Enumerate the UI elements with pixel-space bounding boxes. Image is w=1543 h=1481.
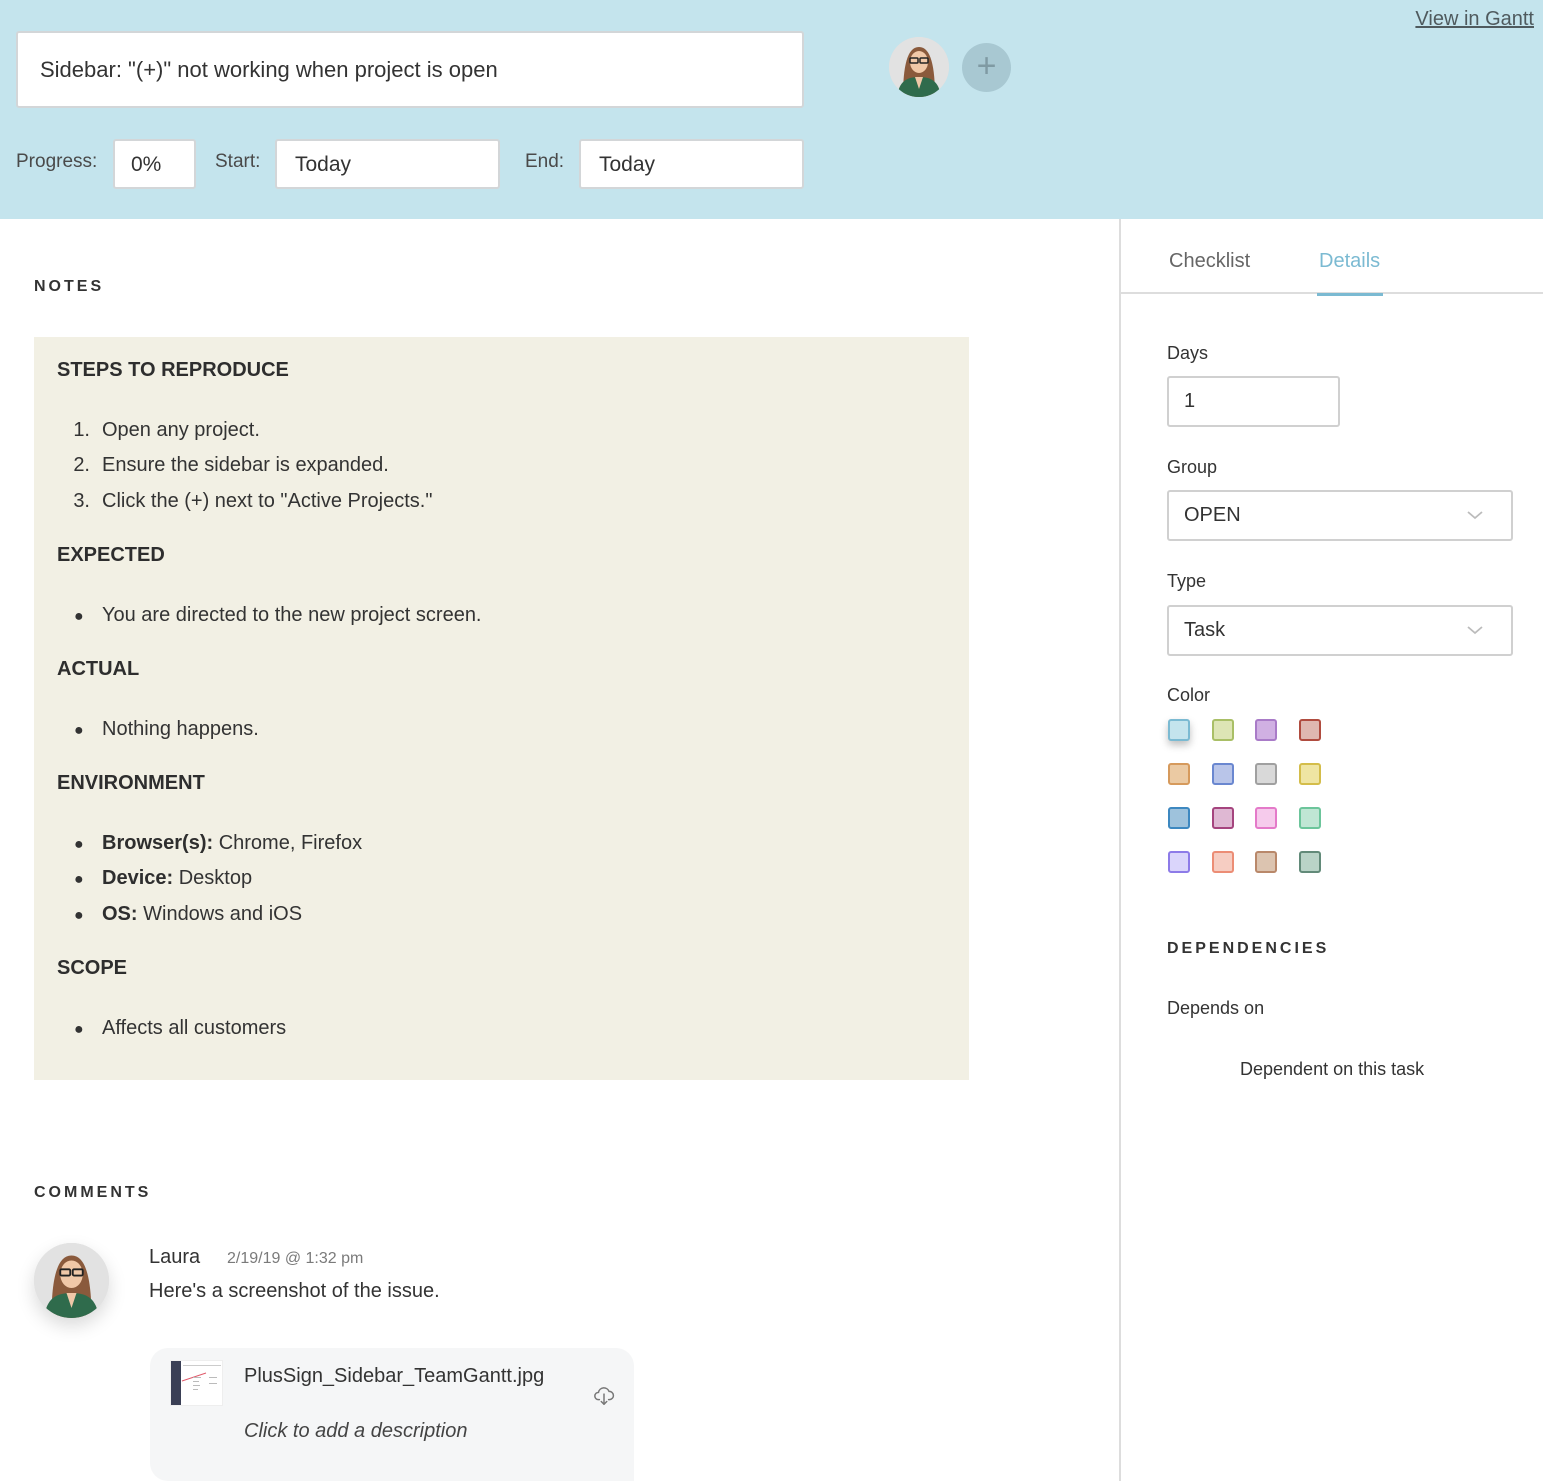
dependent-on-this-task-link[interactable]: Dependent on this task [1240, 1059, 1424, 1080]
notes-list-item: ● Nothing happens. [57, 718, 259, 741]
bullet-icon: ● [74, 722, 84, 739]
notes-list-item: ● Device: Desktop [57, 867, 252, 890]
days-input[interactable]: 1 [1167, 376, 1340, 427]
type-select[interactable]: Task [1167, 605, 1513, 656]
bullet-icon: ● [74, 836, 84, 853]
cloud-download-icon[interactable] [593, 1385, 615, 1407]
notes-editor[interactable]: STEPS TO REPRODUCE 1. Open any project. 2… [34, 337, 969, 1080]
type-label: Type [1167, 571, 1207, 591]
add-assignee-button[interactable]: + [962, 43, 1011, 92]
color-swatch[interactable] [1168, 851, 1190, 873]
bullet-icon: ● [74, 907, 84, 924]
attachment-thumbnail[interactable] [170, 1360, 223, 1406]
list-item-text: Affects all customers [102, 1017, 287, 1039]
bullet-icon: ● [74, 871, 84, 888]
color-swatch[interactable] [1255, 763, 1277, 785]
list-item-label: Device: [102, 867, 174, 889]
color-swatch[interactable] [1168, 719, 1190, 741]
list-item-text: Nothing happens. [102, 718, 259, 740]
progress-label: Progress: [16, 151, 98, 172]
chevron-down-icon [1467, 511, 1483, 520]
color-swatch[interactable] [1168, 763, 1190, 785]
color-swatch[interactable] [1255, 851, 1277, 873]
notes-heading: EXPECTED [57, 544, 165, 566]
attachment-description[interactable]: Click to add a description [244, 1420, 467, 1443]
notes-heading: ACTUAL [57, 658, 140, 680]
image-thumbnail-icon [171, 1361, 222, 1405]
comment-text: Here's a screenshot of the issue. [149, 1280, 440, 1302]
list-item-label: OS: [102, 903, 138, 925]
notes-section-title: NOTES [34, 278, 105, 295]
notes-list-item: ● You are directed to the new project scr… [57, 604, 482, 627]
person-photo-icon [889, 37, 949, 97]
attachment-filename: PlusSign_Sidebar_TeamGantt.jpg [244, 1365, 545, 1387]
notes-list-item: ● Affects all customers [57, 1017, 286, 1040]
task-header: View in Gantt Sidebar: "(+)" not working… [0, 0, 1543, 219]
start-label: Start: [215, 151, 261, 172]
tab-checklist[interactable]: Checklist [1169, 250, 1250, 293]
notes-heading: ENVIRONMENT [57, 772, 205, 794]
comment-author-avatar [34, 1243, 109, 1318]
color-label: Color [1167, 685, 1211, 705]
days-label: Days [1167, 343, 1209, 363]
panel-tabs: Checklist Details [1121, 219, 1543, 296]
comment-timestamp: 2/19/19 @ 1:32 pm [227, 1250, 364, 1267]
list-number: 3. [73, 490, 90, 512]
tab-details[interactable]: Details [1317, 250, 1384, 296]
color-swatch[interactable] [1255, 807, 1277, 829]
color-swatch[interactable] [1298, 851, 1321, 873]
list-item-text: Open any project. [102, 419, 260, 441]
comments-section-title: COMMENTS [34, 1184, 152, 1201]
notes-list-item: 2. Ensure the sidebar is expanded. [57, 454, 389, 477]
color-swatch[interactable] [1168, 807, 1190, 829]
color-swatch[interactable] [1211, 807, 1234, 829]
start-date-input[interactable]: Today [275, 139, 500, 189]
color-swatch[interactable] [1211, 851, 1234, 873]
color-swatch[interactable] [1298, 719, 1321, 741]
depends-on-link[interactable]: Depends on [1167, 998, 1264, 1019]
type-selected-value: Task [1184, 619, 1226, 641]
color-swatch[interactable] [1298, 807, 1321, 829]
bullet-icon: ● [74, 1021, 84, 1038]
notes-list-item: 1. Open any project. [57, 419, 260, 442]
notes-heading: SCOPE [57, 957, 128, 979]
view-in-gantt-link[interactable]: View in Gantt [1415, 8, 1534, 31]
color-swatch[interactable] [1298, 763, 1321, 785]
list-item-text: Desktop [173, 867, 253, 889]
task-title-input[interactable]: Sidebar: "(+)" not working when project … [16, 31, 804, 108]
dependencies-title: DEPENDENCIES [1167, 940, 1330, 957]
color-swatch[interactable] [1211, 719, 1234, 741]
bullet-icon: ● [74, 608, 84, 625]
color-swatch[interactable] [1211, 763, 1234, 785]
list-item-text: Ensure the sidebar is expanded. [102, 454, 389, 476]
person-photo-icon [34, 1243, 109, 1318]
end-label: End: [525, 151, 565, 172]
list-item-text: Chrome, Firefox [213, 832, 363, 854]
notes-list-item: ● OS: Windows and iOS [57, 903, 302, 926]
notes-list-item: ● Browser(s): Chrome, Firefox [57, 832, 362, 855]
list-item-label: Browser(s): [102, 832, 214, 854]
group-label: Group [1167, 457, 1218, 477]
assignee-avatar[interactable] [889, 37, 949, 97]
progress-input[interactable]: 0% [113, 139, 196, 189]
list-item-text: Click the (+) next to "Active Projects." [102, 490, 433, 512]
group-select[interactable]: OPEN [1167, 490, 1513, 541]
list-number: 2. [73, 454, 90, 476]
list-item-text: Windows and iOS [137, 903, 303, 925]
comment-attachment[interactable]: PlusSign_Sidebar_TeamGantt.jpg Click to … [150, 1348, 634, 1481]
end-date-input[interactable]: Today [579, 139, 804, 189]
notes-list-item: 3. Click the (+) next to "Active Projects… [57, 490, 432, 513]
list-item-text: You are directed to the new project scre… [102, 604, 482, 626]
comment-author: Laura [149, 1246, 201, 1268]
task-details-panel: Checklist Details Days 1 Group OPEN Type… [1119, 219, 1543, 1481]
task-main-pane: NOTES STEPS TO REPRODUCE 1. Open any proj… [0, 219, 1119, 1481]
chevron-down-icon [1467, 626, 1483, 635]
notes-heading: STEPS TO REPRODUCE [57, 359, 289, 381]
group-selected-value: OPEN [1184, 504, 1241, 526]
list-number: 1. [73, 419, 90, 441]
color-swatch[interactable] [1255, 719, 1277, 741]
